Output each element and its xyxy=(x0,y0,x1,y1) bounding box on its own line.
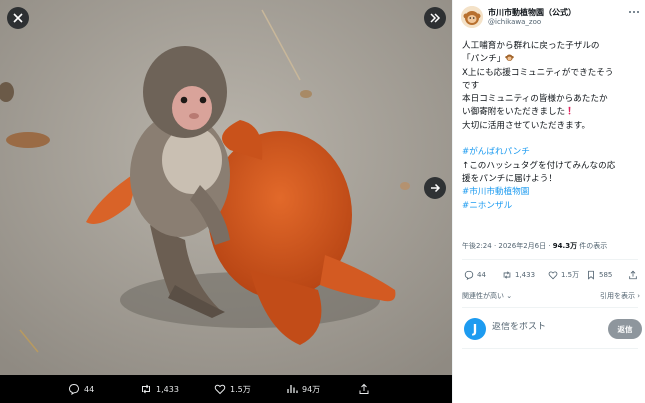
chevron-right-icon: › xyxy=(637,292,640,300)
text-line: 本日コミュニティの皆様からあたたか xyxy=(462,94,608,105)
expand-button[interactable] xyxy=(424,7,446,29)
hashtag-ichikawa-zoo[interactable]: #市川市動植物園 xyxy=(462,186,642,199)
monkey-emoji-icon xyxy=(505,54,515,62)
reply-sort-row: 関連性が高い ⌄ 引用を表示 › xyxy=(462,291,640,301)
media-reply-button[interactable]: 44 xyxy=(68,383,140,395)
bookmark-button[interactable]: 585 xyxy=(586,270,612,280)
next-image-button[interactable] xyxy=(424,177,446,199)
tweet-text: 人工哺育から群れに戻った子ザルの 「パンチ」 X上にも応援コミュニティができたそ… xyxy=(462,40,642,213)
views-count: 94.3万 xyxy=(552,242,578,250)
media-share-button[interactable] xyxy=(358,383,378,395)
avatar[interactable] xyxy=(461,6,483,28)
more-options-icon[interactable] xyxy=(628,8,640,16)
text-line: X上にも応援コミュニティができたそう xyxy=(462,67,614,78)
monkey-avatar-icon xyxy=(461,6,483,28)
chevron-down-icon: ⌄ xyxy=(506,292,513,300)
text-line: 「パンチ」 xyxy=(462,53,642,66)
text-line: 援をパンチに届けよう！ xyxy=(462,173,557,184)
heart-icon xyxy=(548,271,558,280)
text-line: 大切に活用させていただきます。 xyxy=(462,120,591,131)
reply-composer: J 返信 xyxy=(462,316,642,342)
media-viewer: 44 1,433 1.5万 94万 xyxy=(0,0,452,403)
reply-button[interactable]: 44 xyxy=(464,270,486,280)
text-line: い御寄附をいただきました xyxy=(462,106,642,119)
close-button[interactable] xyxy=(7,7,29,29)
media-views-button[interactable]: 94万 xyxy=(286,383,358,395)
display-name[interactable]: 市川市動植物園（公式） xyxy=(488,7,576,18)
views-label: 件の表示 xyxy=(577,242,608,250)
repost-icon xyxy=(503,271,511,279)
close-icon xyxy=(13,13,23,23)
timestamp[interactable]: 午後2:24 · 2026年2月6日 · xyxy=(462,242,553,250)
bookmark-icon xyxy=(588,270,594,280)
repost-button[interactable]: 1,433 xyxy=(502,270,535,280)
text-line: 人工哺育から群れに戻った子ザルの xyxy=(462,41,600,51)
user-handle[interactable]: @ichikawa_zoo xyxy=(488,18,541,26)
media-repost-count: 1,433 xyxy=(156,384,179,394)
like-button[interactable]: 1.5万 xyxy=(548,270,579,280)
text-line: です xyxy=(462,80,480,91)
view-quotes-link[interactable]: 引用を表示 › xyxy=(600,291,640,301)
media-action-bar: 44 1,433 1.5万 94万 xyxy=(0,375,452,403)
media-like-count: 1.5万 xyxy=(230,384,251,394)
reply-icon xyxy=(464,270,474,280)
sort-relevance-dropdown[interactable]: 関連性が高い ⌄ xyxy=(462,291,512,301)
divider xyxy=(462,307,638,308)
divider xyxy=(462,348,638,349)
arrow-right-icon xyxy=(431,183,441,193)
tweet-meta: 午後2:24 · 2026年2月6日 · 94.3万 件の表示 xyxy=(462,241,607,251)
media-like-button[interactable]: 1.5万 xyxy=(214,383,286,395)
media-views-count: 94万 xyxy=(302,384,321,394)
current-user-avatar[interactable]: J xyxy=(464,318,486,340)
media-reply-count: 44 xyxy=(84,384,95,394)
repost-icon xyxy=(142,384,150,394)
like-count: 1.5万 xyxy=(561,271,580,279)
heart-icon xyxy=(214,384,226,395)
text-line: ↑このハッシュタグを付けてみんなの応 xyxy=(462,160,616,171)
photo-baby-monkey-with-plush xyxy=(0,0,452,375)
divider xyxy=(462,259,638,260)
repost-count: 1,433 xyxy=(515,271,536,279)
tweet-actions: 44 1,433 1.5万 585 xyxy=(464,270,640,282)
reply-icon xyxy=(68,383,80,395)
text-line xyxy=(462,133,642,146)
hashtag-ganbare-punch[interactable]: #がんばれパンチ xyxy=(462,146,642,159)
media-repost-button[interactable]: 1,433 xyxy=(140,383,214,395)
reply-count: 44 xyxy=(477,271,486,279)
reply-submit-button[interactable]: 返信 xyxy=(608,319,642,339)
hashtag-nihonzaru[interactable]: #ニホンザル xyxy=(462,200,642,213)
share-icon xyxy=(629,270,637,280)
reply-input[interactable] xyxy=(492,322,602,332)
red-exclamation-emoji-icon xyxy=(568,107,571,115)
tweet-author: 市川市動植物園（公式） @ichikawa_zoo xyxy=(461,6,641,34)
double-chevron-right-icon xyxy=(430,13,441,23)
tweet-panel: 市川市動植物園（公式） @ichikawa_zoo 人工哺育から群れに戻った子ザ… xyxy=(452,0,645,403)
share-icon xyxy=(359,383,369,394)
share-button[interactable] xyxy=(628,270,641,280)
views-chart-icon xyxy=(287,385,298,393)
bookmark-count: 585 xyxy=(599,271,613,279)
